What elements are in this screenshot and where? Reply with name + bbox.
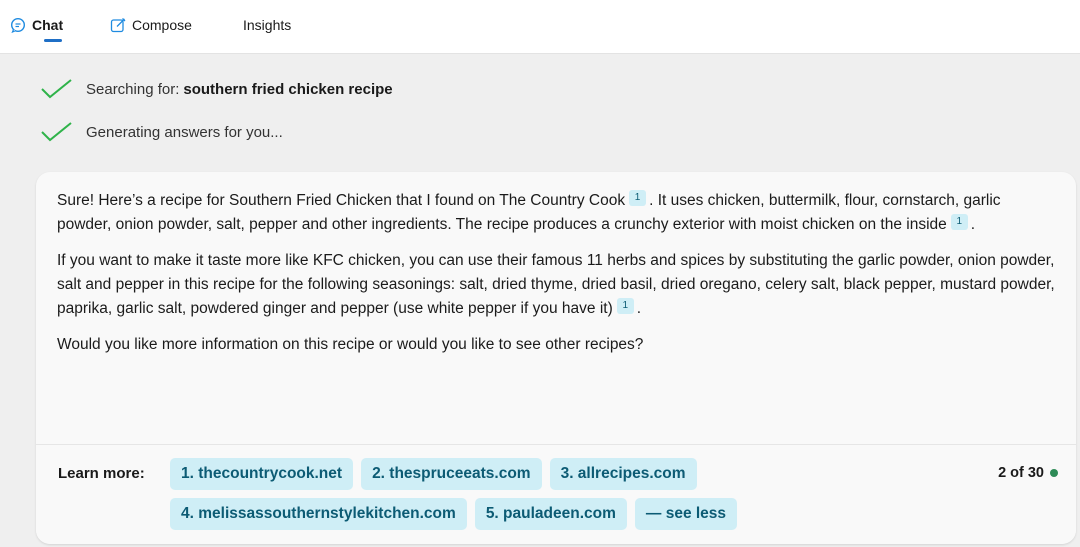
answer-body: Sure! Here’s a recipe for Southern Fried…: [36, 172, 1076, 357]
turn-counter-text: 2 of 30: [998, 465, 1044, 481]
learn-more-label: Learn more:: [58, 465, 145, 482]
learn-more-footer: Learn more: 1. thecountrycook.net 2. the…: [36, 444, 1076, 544]
status-dot-icon: [1050, 469, 1058, 477]
status-searching-label: Searching for:: [86, 80, 180, 98]
see-less-button[interactable]: — see less: [634, 498, 738, 530]
check-icon: [41, 122, 72, 142]
status-generating-label: Generating answers for you...: [86, 123, 283, 141]
tab-insights-label: Insights: [243, 17, 292, 33]
tab-chat-label: Chat: [32, 17, 64, 33]
status-generating: Generating answers for you...: [40, 121, 283, 143]
check-icon: [41, 79, 72, 99]
answer-card: Sure! Here’s a recipe for Southern Fried…: [36, 172, 1076, 544]
top-nav-bar: Chat Compose Insights: [0, 0, 1080, 54]
answer-text: If you want to make it taste more like K…: [57, 252, 1055, 317]
answer-paragraph-1: Sure! Here’s a recipe for Southern Fried…: [57, 189, 1056, 237]
source-links-row: 1. thecountrycook.net 2. thespruceeats.c…: [170, 458, 870, 490]
source-link-5[interactable]: 5. pauladeen.com: [474, 498, 627, 530]
compose-edit-icon: [110, 18, 126, 33]
tab-compose[interactable]: Compose: [110, 14, 192, 36]
source-link-3[interactable]: 3. allrecipes.com: [549, 458, 697, 490]
tab-compose-label: Compose: [132, 17, 192, 33]
turn-counter: 2 of 30: [998, 465, 1058, 481]
citation-badge[interactable]: 1: [616, 298, 634, 314]
active-tab-indicator: [44, 39, 62, 42]
status-searching: Searching for: southern fried chicken re…: [40, 78, 393, 100]
tab-chat[interactable]: Chat: [10, 14, 64, 42]
source-links: 1. thecountrycook.net 2. thespruceeats.c…: [170, 458, 870, 538]
citation-badge[interactable]: 1: [629, 190, 647, 206]
answer-text: .: [970, 216, 976, 233]
answer-paragraph-3: Would you like more information on this …: [57, 336, 644, 353]
source-link-2[interactable]: 2. thespruceeats.com: [361, 458, 542, 490]
search-query: southern fried chicken recipe: [183, 80, 393, 98]
answer-text: .: [636, 300, 642, 317]
citation-badge[interactable]: 1: [950, 214, 968, 230]
answer-text: Sure! Here’s a recipe for Southern Fried…: [57, 192, 626, 209]
tab-insights[interactable]: Insights: [243, 14, 291, 36]
source-link-4[interactable]: 4. melissassouthernstylekitchen.com: [170, 498, 467, 530]
source-link-1[interactable]: 1. thecountrycook.net: [170, 458, 354, 490]
answer-paragraph-2: If you want to make it taste more like K…: [57, 249, 1056, 321]
source-links-row: 4. melissassouthernstylekitchen.com 5. p…: [170, 498, 870, 530]
chat-bubble-icon: [10, 17, 26, 33]
